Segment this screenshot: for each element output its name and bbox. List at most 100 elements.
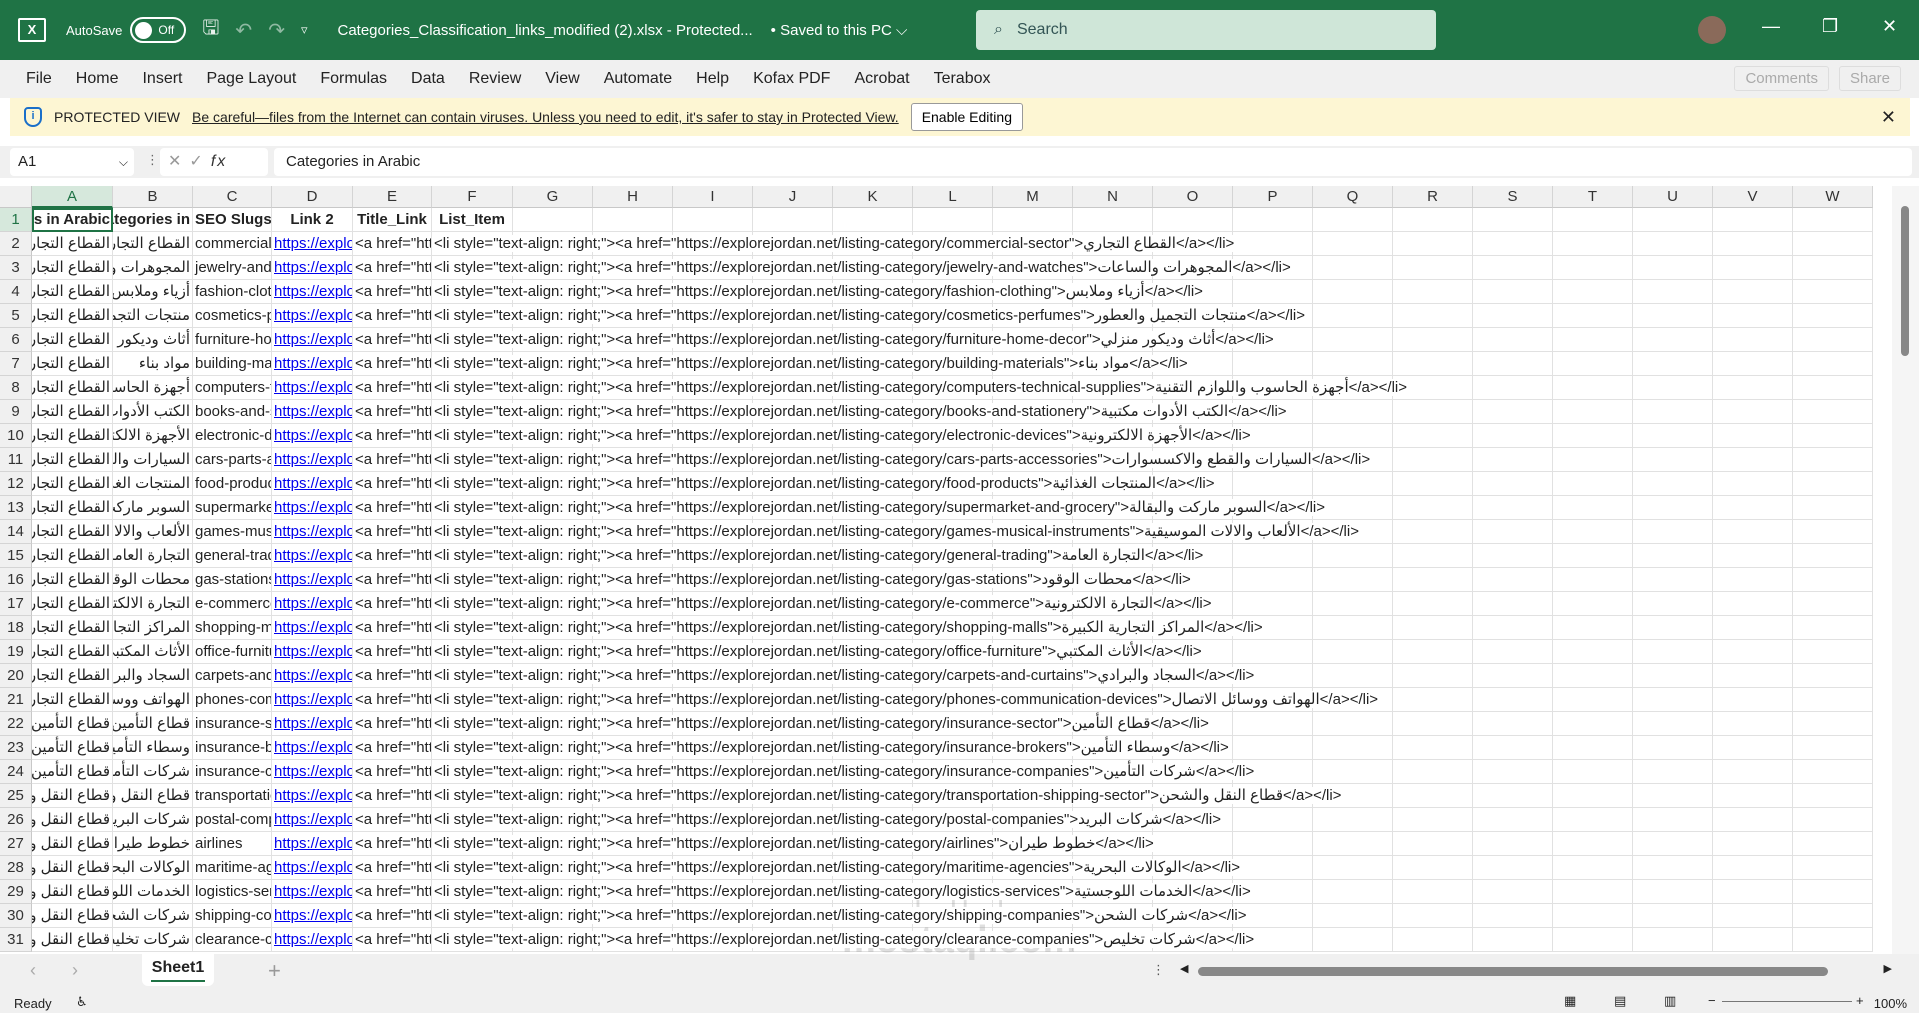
cell-a4[interactable]: القطاع التجاري: [32, 280, 113, 304]
cell-v17[interactable]: [1713, 592, 1793, 616]
cell-e17[interactable]: <a href="https://explorejordan.net/listi…: [353, 592, 432, 616]
cell-d26[interactable]: https://explorejordan.net/listing-catego…: [272, 808, 353, 832]
cell-s11[interactable]: [1473, 448, 1553, 472]
share-button[interactable]: Share: [1838, 66, 1901, 91]
scroll-left-icon[interactable]: ◀: [1180, 962, 1188, 975]
accessibility-icon[interactable]: ♿: [76, 994, 88, 1010]
cell-u1[interactable]: [1633, 208, 1713, 232]
cell-t21[interactable]: [1553, 688, 1633, 712]
cell-b19[interactable]: الأثاث المكتبي: [113, 640, 193, 664]
cell-u16[interactable]: [1633, 568, 1713, 592]
cell-w8[interactable]: [1793, 376, 1873, 400]
cell-q12[interactable]: [1313, 472, 1393, 496]
cell-a12[interactable]: القطاع التجاري: [32, 472, 113, 496]
cell-e21[interactable]: <a href="https://explorejordan.net/listi…: [353, 688, 432, 712]
cell-w11[interactable]: [1793, 448, 1873, 472]
column-header-l[interactable]: L: [913, 186, 993, 208]
search-box[interactable]: ⌕ Search: [976, 10, 1436, 50]
cell-b4[interactable]: أزياء وملابس: [113, 280, 193, 304]
column-header-c[interactable]: C: [193, 186, 272, 208]
cell-b7[interactable]: مواد بناء: [113, 352, 193, 376]
protected-view-message[interactable]: Be careful—files from the Internet can c…: [192, 109, 899, 125]
cell-c11[interactable]: cars-parts-accessories: [193, 448, 272, 472]
cell-d16[interactable]: https://explorejordan.net/listing-catego…: [272, 568, 353, 592]
cell-u11[interactable]: [1633, 448, 1713, 472]
cell-t19[interactable]: [1553, 640, 1633, 664]
cell-d24[interactable]: https://explorejordan.net/listing-catego…: [272, 760, 353, 784]
cell-a31[interactable]: قطاع النقل والشحن: [32, 928, 113, 952]
cell-c22[interactable]: insurance-sector: [193, 712, 272, 736]
cell-p12[interactable]: [1233, 472, 1313, 496]
menu-tab-acrobat[interactable]: Acrobat: [854, 70, 909, 88]
cell-e22[interactable]: <a href="https://explorejordan.net/listi…: [353, 712, 432, 736]
cell-u6[interactable]: [1633, 328, 1713, 352]
cell-f25[interactable]: <li style="text-align: right;"><a href="…: [432, 784, 1344, 808]
enter-icon[interactable]: ✓: [189, 153, 210, 170]
cell-d27[interactable]: https://explorejordan.net/listing-catego…: [272, 832, 353, 856]
page-layout-view-icon[interactable]: ▤: [1614, 993, 1626, 1009]
cell-r19[interactable]: [1393, 640, 1473, 664]
cell-u29[interactable]: [1633, 880, 1713, 904]
column-header-f[interactable]: F: [432, 186, 513, 208]
cell-d10[interactable]: https://explorejordan.net/listing-catego…: [272, 424, 353, 448]
cell-v3[interactable]: [1713, 256, 1793, 280]
cell-p27[interactable]: [1233, 832, 1313, 856]
cell-q20[interactable]: [1313, 664, 1393, 688]
cell-w28[interactable]: [1793, 856, 1873, 880]
cell-d2[interactable]: https://explorejordan.net/listing-catego…: [272, 232, 353, 256]
row-header-12[interactable]: 12: [0, 472, 32, 496]
cell-b15[interactable]: التجارة العامة: [113, 544, 193, 568]
comments-button[interactable]: Comments: [1734, 66, 1829, 91]
cell-b1[interactable]: Categories in: [113, 208, 193, 232]
cell-e13[interactable]: <a href="https://explorejordan.net/listi…: [353, 496, 432, 520]
column-header-u[interactable]: U: [1633, 186, 1713, 208]
cell-u17[interactable]: [1633, 592, 1713, 616]
cell-c1[interactable]: SEO Slugs: [193, 208, 272, 232]
cell-d19[interactable]: https://explorejordan.net/listing-catego…: [272, 640, 353, 664]
cell-d23[interactable]: https://explorejordan.net/listing-catego…: [272, 736, 353, 760]
cell-a5[interactable]: القطاع التجاري: [32, 304, 113, 328]
cell-d30[interactable]: https://explorejordan.net/listing-catego…: [272, 904, 353, 928]
cell-t7[interactable]: [1553, 352, 1633, 376]
cell-t3[interactable]: [1553, 256, 1633, 280]
cell-p22[interactable]: [1233, 712, 1313, 736]
saved-status[interactable]: • Saved to this PC ⌵: [771, 22, 908, 39]
cell-b20[interactable]: السجاد والبرادي: [113, 664, 193, 688]
cell-u23[interactable]: [1633, 736, 1713, 760]
cell-p23[interactable]: [1233, 736, 1313, 760]
cell-f13[interactable]: <li style="text-align: right;"><a href="…: [432, 496, 1328, 520]
cell-d15[interactable]: https://explorejordan.net/listing-catego…: [272, 544, 353, 568]
spreadsheet-grid[interactable]: ABCDEFGHIJKLMNOPQRSTUVW 1Categories in Ar…: [0, 186, 1892, 954]
cell-s20[interactable]: [1473, 664, 1553, 688]
cell-e25[interactable]: <a href="https://explorejordan.net/listi…: [353, 784, 432, 808]
cell-f9[interactable]: <li style="text-align: right;"><a href="…: [432, 400, 1289, 424]
cell-d13[interactable]: https://explorejordan.net/listing-catego…: [272, 496, 353, 520]
cell-b18[interactable]: المراكز التجارية الكبيرة: [113, 616, 193, 640]
cell-w7[interactable]: [1793, 352, 1873, 376]
cell-u18[interactable]: [1633, 616, 1713, 640]
cell-f28[interactable]: <li style="text-align: right;"><a href="…: [432, 856, 1242, 880]
cell-c29[interactable]: logistics-services: [193, 880, 272, 904]
cell-f12[interactable]: <li style="text-align: right;"><a href="…: [432, 472, 1217, 496]
menu-tab-view[interactable]: View: [545, 70, 579, 88]
cell-v13[interactable]: [1713, 496, 1793, 520]
cell-w17[interactable]: [1793, 592, 1873, 616]
cell-t18[interactable]: [1553, 616, 1633, 640]
cell-b28[interactable]: الوكالات البحرية: [113, 856, 193, 880]
cell-r31[interactable]: [1393, 928, 1473, 952]
cell-f3[interactable]: <li style="text-align: right;"><a href="…: [432, 256, 1293, 280]
cell-u7[interactable]: [1633, 352, 1713, 376]
row-header-6[interactable]: 6: [0, 328, 32, 352]
cell-b27[interactable]: خطوط طيران: [113, 832, 193, 856]
cell-v7[interactable]: [1713, 352, 1793, 376]
cell-w13[interactable]: [1793, 496, 1873, 520]
cell-r15[interactable]: [1393, 544, 1473, 568]
cell-u20[interactable]: [1633, 664, 1713, 688]
menu-tab-review[interactable]: Review: [469, 70, 521, 88]
cell-r27[interactable]: [1393, 832, 1473, 856]
cell-u3[interactable]: [1633, 256, 1713, 280]
insert-function-icon[interactable]: fx: [211, 153, 227, 170]
column-header-g[interactable]: G: [513, 186, 593, 208]
cell-t20[interactable]: [1553, 664, 1633, 688]
cell-a25[interactable]: قطاع النقل والشحن: [32, 784, 113, 808]
